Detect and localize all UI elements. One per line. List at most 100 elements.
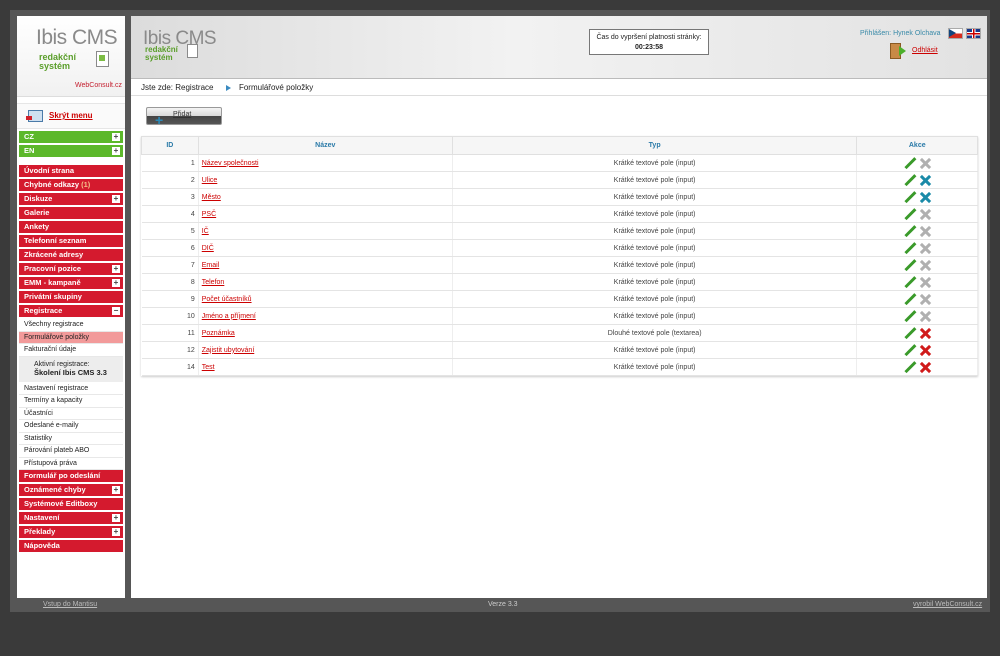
sidebar-item-top-10[interactable]: Registrace − — [19, 305, 123, 317]
footer: Vstup do Mantisu Verze 3.3 vyrobil WebCo… — [0, 598, 1000, 612]
edit-pencil-icon[interactable] — [904, 344, 916, 356]
edit-pencil-icon[interactable] — [904, 327, 916, 339]
sidebar-item-bottom-4[interactable]: Překlady + — [19, 526, 123, 538]
sidebar-item-top-5[interactable]: Telefonní seznam — [19, 235, 123, 247]
document-icon — [96, 51, 109, 67]
sidebar-item-top-0[interactable]: Úvodní strana — [19, 165, 123, 177]
delete-x-icon[interactable] — [920, 294, 931, 305]
logout-link[interactable]: Odhlásit — [912, 47, 938, 54]
edit-pencil-icon[interactable] — [904, 225, 916, 237]
add-button[interactable]: + Přidat — [146, 107, 222, 127]
sidebar-item-lang-1[interactable]: EN + — [19, 145, 123, 157]
item-name-link[interactable]: PSČ — [202, 211, 216, 218]
sidebar-item-lang-0[interactable]: CZ + — [19, 131, 123, 143]
sidebar-item-top-4[interactable]: Ankety — [19, 221, 123, 233]
item-name-link[interactable]: Jméno a příjmení — [202, 313, 256, 320]
sidebar-item-bottom-2[interactable]: Systémové Editboxy — [19, 498, 123, 510]
item-name-link[interactable]: Test — [202, 364, 215, 371]
table-row: 14 Test Krátké textové pole (input) — [141, 358, 978, 376]
delete-x-icon[interactable] — [920, 328, 931, 339]
header-document-icon — [187, 44, 198, 58]
item-name-link[interactable]: Zajistit ubytování — [202, 347, 255, 354]
cell-id: 4 — [141, 205, 199, 223]
collapse-icon[interactable]: − — [112, 307, 120, 315]
expand-icon[interactable]: + — [112, 514, 120, 522]
sidebar-item-top-9[interactable]: Privátní skupiny — [19, 291, 123, 303]
hide-menu-link[interactable]: Skrýt menu — [49, 111, 93, 120]
edit-pencil-icon[interactable] — [904, 174, 916, 186]
sidebar-subitem-reg-a-1[interactable]: Formulářové položky — [19, 331, 123, 344]
sidebar-item-bottom-1[interactable]: Oznámené chyby + — [19, 484, 123, 496]
sidebar-subitem-reg-b-2[interactable]: Účastníci — [19, 407, 123, 420]
sidebar-subitem-reg-b-3[interactable]: Odeslané e-maily — [19, 420, 123, 433]
sidebar-item-bottom-5[interactable]: Nápověda — [19, 540, 123, 552]
sidebar-subitem-reg-b-0[interactable]: Nastavení registrace — [19, 382, 123, 395]
delete-x-icon[interactable] — [920, 226, 931, 237]
hide-menu-button[interactable]: Skrýt menu — [17, 103, 125, 129]
item-name-link[interactable]: Název společnosti — [202, 160, 259, 167]
table-row: 5 IČ Krátké textové pole (input) — [141, 222, 978, 240]
item-name-link[interactable]: Počet účastníků — [202, 296, 252, 303]
delete-x-icon[interactable] — [920, 260, 931, 271]
sidebar-subitem-reg-a-0[interactable]: Všechny registrace — [19, 319, 123, 332]
sidebar-item-top-2[interactable]: Diskuze + — [19, 193, 123, 205]
delete-x-icon[interactable] — [920, 175, 931, 186]
delete-x-icon[interactable] — [920, 243, 931, 254]
expand-icon[interactable]: + — [112, 486, 120, 494]
edit-pencil-icon[interactable] — [904, 361, 916, 373]
sidebar-subitem-reg-b-5[interactable]: Párování plateb ABO — [19, 445, 123, 458]
sidebar-subitem-reg-b-4[interactable]: Statistiky — [19, 432, 123, 445]
sidebar-item-bottom-3[interactable]: Nastavení + — [19, 512, 123, 524]
edit-pencil-icon[interactable] — [904, 276, 916, 288]
item-name-link[interactable]: Město — [202, 194, 221, 201]
delete-x-icon[interactable] — [920, 158, 931, 169]
sidebar-item-bottom-0[interactable]: Formulář po odeslání — [19, 470, 123, 482]
header-logo-subtitle: redakční systém — [145, 46, 178, 62]
expand-icon[interactable]: + — [112, 265, 120, 273]
edit-pencil-icon[interactable] — [904, 242, 916, 254]
sidebar-item-top-6[interactable]: Zkrácené adresy — [19, 249, 123, 261]
item-name-link[interactable]: IČ — [202, 228, 209, 235]
breadcrumb-item-registrace[interactable]: Registrace — [175, 83, 213, 92]
expand-icon[interactable]: + — [112, 279, 120, 287]
delete-x-icon[interactable] — [920, 311, 931, 322]
expand-icon[interactable]: + — [112, 528, 120, 536]
sidebar-item-top-1[interactable]: Chybné odkazy (1) — [19, 179, 123, 191]
sidebar-item-label: Nápověda — [24, 541, 60, 550]
edit-pencil-icon[interactable] — [904, 191, 916, 203]
expand-icon[interactable]: + — [112, 133, 120, 141]
sidebar-subitem-reg-b-1[interactable]: Termíny a kapacity — [19, 395, 123, 408]
edit-pencil-icon[interactable] — [904, 208, 916, 220]
edit-pencil-icon[interactable] — [904, 310, 916, 322]
mantis-link[interactable]: Vstup do Mantisu — [43, 601, 97, 608]
expand-icon[interactable]: + — [112, 147, 120, 155]
item-name-link[interactable]: Telefon — [202, 279, 225, 286]
delete-x-icon[interactable] — [920, 345, 931, 356]
edit-pencil-icon[interactable] — [904, 259, 916, 271]
item-name-link[interactable]: Ulice — [202, 177, 218, 184]
author-link[interactable]: vyrobil WebConsult.cz — [913, 601, 982, 608]
sidebar-item-top-7[interactable]: Pracovní pozice + — [19, 263, 123, 275]
add-button-label[interactable]: Přidat — [173, 111, 191, 118]
czech-flag-icon[interactable] — [948, 28, 963, 39]
version-text: Verze 3.3 — [488, 601, 518, 608]
breadcrumb-item-current: Formulářové položky — [238, 83, 314, 92]
delete-x-icon[interactable] — [920, 209, 931, 220]
cell-name: Název společnosti — [198, 154, 453, 172]
sidebar-subitem-reg-a-2[interactable]: Fakturační údaje — [19, 344, 123, 357]
delete-x-icon[interactable] — [920, 192, 931, 203]
item-name-link[interactable]: DIČ — [202, 245, 214, 252]
expand-icon[interactable]: + — [112, 195, 120, 203]
sidebar-item-top-3[interactable]: Galerie — [19, 207, 123, 219]
item-name-link[interactable]: Email — [202, 262, 220, 269]
delete-x-icon[interactable] — [920, 362, 931, 373]
sidebar-item-top-8[interactable]: EMM - kampaně + — [19, 277, 123, 289]
edit-pencil-icon[interactable] — [904, 293, 916, 305]
table-row: 3 Město Krátké textové pole (input) — [141, 188, 978, 206]
item-name-link[interactable]: Poznámka — [202, 330, 235, 337]
sidebar-subitem-reg-b-6[interactable]: Přístupová práva — [19, 457, 123, 470]
edit-pencil-icon[interactable] — [904, 157, 916, 169]
sidebar-logo: Ibis CMS redakční systém WebConsult.cz — [17, 16, 125, 97]
delete-x-icon[interactable] — [920, 277, 931, 288]
english-flag-icon[interactable] — [966, 28, 981, 39]
